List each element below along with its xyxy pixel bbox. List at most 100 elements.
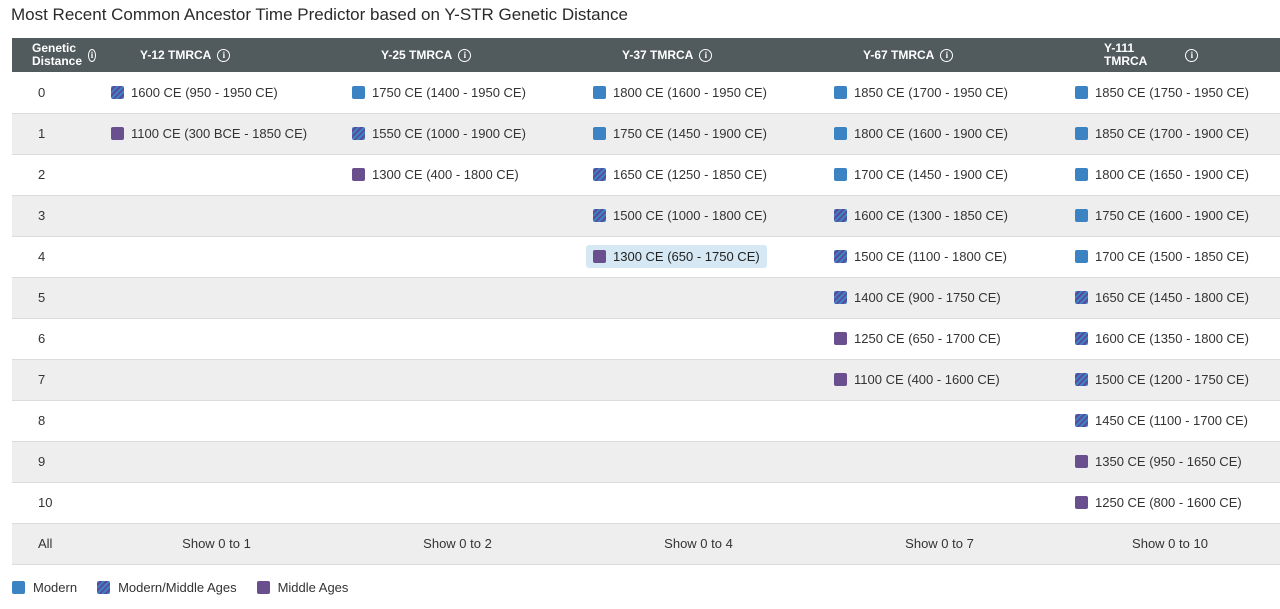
show-range-link-y67[interactable]: Show 0 to 7 — [819, 523, 1060, 564]
tmrca-value-text: 1600 CE (1350 - 1800 CE) — [1095, 331, 1249, 346]
tmrca-cell-y67: 1100 CE (400 - 1600 CE) — [819, 359, 1060, 400]
tmrca-value-text: 1850 CE (1700 - 1950 CE) — [854, 84, 1008, 100]
tmrca-value-text: 1450 CE (1100 - 1700 CE) — [1095, 413, 1248, 428]
genetic-distance-cell: 5 — [38, 290, 46, 305]
tmrca-value-text: 1250 CE (800 - 1600 CE) — [1095, 495, 1242, 510]
tmrca-value[interactable]: 1700 CE (1450 - 1900 CE) — [827, 163, 1015, 186]
tmrca-value-text: 1650 CE (1450 - 1800 CE) — [1095, 290, 1249, 305]
tmrca-cell-y111: 1500 CE (1200 - 1750 CE) — [1060, 359, 1280, 400]
tmrca-cell-y111: 1850 CE (1700 - 1900 CE) — [1060, 113, 1280, 154]
info-icon[interactable]: i — [699, 48, 713, 62]
era-swatch-icon — [834, 127, 847, 140]
info-icon[interactable]: i — [217, 48, 231, 62]
genetic-distance-cell: 8 — [38, 413, 46, 428]
tmrca-value[interactable]: 1700 CE (1500 - 1850 CE) — [1068, 245, 1256, 268]
info-icon[interactable]: i — [458, 48, 472, 62]
tmrca-value-text: 1700 CE (1450 - 1900 CE) — [854, 167, 1008, 182]
tmrca-value[interactable]: 1500 CE (1100 - 1800 CE) — [827, 245, 1014, 268]
tmrca-value[interactable]: 1350 CE (950 - 1650 CE) — [1068, 450, 1249, 473]
era-swatch-icon — [593, 127, 606, 140]
tmrca-cell-y12 — [96, 482, 337, 523]
tmrca-value[interactable]: 1750 CE (1600 - 1900 CE) — [1068, 204, 1256, 227]
tmrca-cell-y111: 1650 CE (1450 - 1800 CE) — [1060, 277, 1280, 318]
era-swatch-icon — [1075, 373, 1088, 386]
tmrca-value-text: 1850 CE (1750 - 1950 CE) — [1095, 84, 1249, 100]
tmrca-cell-y37 — [578, 400, 819, 441]
show-range-link-y111[interactable]: Show 0 to 10 — [1060, 523, 1280, 564]
tmrca-value[interactable]: 1250 CE (650 - 1700 CE) — [827, 327, 1008, 350]
middle-ages-swatch-icon — [256, 581, 270, 594]
tmrca-value[interactable]: 1500 CE (1200 - 1750 CE) — [1068, 368, 1256, 391]
genetic-distance-cell: 2 — [38, 167, 46, 182]
tmrca-value[interactable]: 1600 CE (950 - 1950 CE) — [104, 81, 285, 104]
table-row: 4 1300 CE (650 - 1750 CE) 1500 CE (1100 - … — [12, 236, 1280, 277]
tmrca-value[interactable]: 1550 CE (1000 - 1900 CE) — [345, 122, 533, 145]
tmrca-value[interactable]: 1650 CE (1450 - 1800 CE) — [1068, 286, 1256, 309]
table-row: 6 1250 CE (650 - 1700 CE) 1600 CE (1350 - … — [12, 318, 1280, 359]
tmrca-value-text: 1750 CE (1600 - 1900 CE) — [1095, 208, 1249, 223]
tmrca-value[interactable]: 1250 CE (800 - 1600 CE) — [1068, 491, 1249, 514]
era-swatch-icon — [1075, 168, 1088, 181]
show-range-link-y25[interactable]: Show 0 to 2 — [337, 523, 578, 564]
era-swatch-icon — [111, 85, 124, 99]
info-icon[interactable]: i — [1185, 48, 1199, 62]
tmrca-value[interactable]: 1400 CE (900 - 1750 CE) — [827, 286, 1008, 309]
tmrca-value-text: 1800 CE (1600 - 1950 CE) — [613, 84, 767, 100]
table-row: 2 1300 CE (400 - 1800 CE) 1650 CE (1250 - … — [12, 154, 1280, 195]
genetic-distance-cell: 4 — [38, 249, 46, 264]
tmrca-value[interactable]: 1100 CE (300 BCE - 1850 CE) — [104, 122, 314, 145]
tmrca-value[interactable]: 1300 CE (650 - 1750 CE) — [586, 245, 767, 268]
tmrca-cell-y67 — [819, 400, 1060, 441]
era-swatch-icon — [352, 168, 365, 181]
table-row: 7 1100 CE (400 - 1600 CE) 1500 CE (1200 - … — [12, 359, 1280, 400]
table-row: 5 1400 CE (900 - 1750 CE) 1650 CE (1450 - … — [12, 277, 1280, 318]
tmrca-value[interactable]: 1850 CE (1750 - 1950 CE) — [1068, 81, 1256, 104]
tmrca-cell-y67: 1600 CE (1300 - 1850 CE) — [819, 195, 1060, 236]
tmrca-value[interactable]: 1450 CE (1100 - 1700 CE) — [1068, 409, 1255, 432]
tmrca-value[interactable]: 1850 CE (1700 - 1950 CE) — [827, 81, 1015, 104]
col-header-y12[interactable]: Y-12 TMRCA i — [96, 38, 337, 72]
tmrca-value[interactable]: 1600 CE (1300 - 1850 CE) — [827, 204, 1015, 227]
tmrca-cell-y25 — [337, 400, 578, 441]
tmrca-cell-y111: 1600 CE (1350 - 1800 CE) — [1060, 318, 1280, 359]
tmrca-value-text: 1100 CE (400 - 1600 CE) — [854, 372, 1000, 387]
show-range-link-y12[interactable]: Show 0 to 1 — [96, 523, 337, 564]
tmrca-value[interactable]: 1600 CE (1350 - 1800 CE) — [1068, 327, 1256, 350]
col-header-y111[interactable]: Y-111 TMRCA i — [1060, 38, 1280, 72]
info-icon[interactable]: i — [940, 48, 954, 62]
tmrca-value[interactable]: 1800 CE (1600 - 1950 CE) — [586, 81, 774, 104]
era-swatch-icon — [593, 85, 606, 99]
tmrca-value[interactable]: 1100 CE (400 - 1600 CE) — [827, 368, 1007, 391]
table-row: 10 1250 CE (800 - 1600 CE) — [12, 482, 1280, 523]
tmrca-value[interactable]: 1750 CE (1400 - 1950 CE) — [345, 81, 533, 104]
col-header-y67[interactable]: Y-67 TMRCA i — [819, 38, 1060, 72]
tmrca-cell-y67: 1800 CE (1600 - 1900 CE) — [819, 113, 1060, 154]
tmrca-cell-y12 — [96, 441, 337, 482]
tmrca-value[interactable]: 1650 CE (1250 - 1850 CE) — [586, 163, 774, 186]
tmrca-cell-y111: 1250 CE (800 - 1600 CE) — [1060, 482, 1280, 523]
tmrca-value[interactable]: 1500 CE (1000 - 1800 CE) — [586, 204, 774, 227]
info-icon[interactable]: i — [88, 48, 96, 62]
tmrca-cell-y37: 1300 CE (650 - 1750 CE) — [578, 236, 819, 277]
col-header-y37[interactable]: Y-37 TMRCA i — [578, 38, 819, 72]
col-header-genetic-distance[interactable]: Genetic Distance i — [12, 38, 96, 72]
legend-item-modern-middle-ages: Modern/Middle Ages — [97, 580, 237, 595]
modern-middle-ages-swatch-icon — [97, 581, 111, 594]
tmrca-value-text: 1800 CE (1600 - 1900 CE) — [854, 126, 1008, 141]
show-range-link-y37[interactable]: Show 0 to 4 — [578, 523, 819, 564]
table-body: 0 1600 CE (950 - 1950 CE) 1750 CE (1400 - … — [12, 72, 1280, 564]
col-header-y25[interactable]: Y-25 TMRCA i — [337, 38, 578, 72]
tmrca-value[interactable]: 1750 CE (1450 - 1900 CE) — [586, 122, 774, 145]
tmrca-value-text: 1500 CE (1200 - 1750 CE) — [1095, 372, 1249, 387]
legend: Modern Modern/Middle Ages Middle Ages — [12, 580, 348, 595]
tmrca-value[interactable]: 1850 CE (1700 - 1900 CE) — [1068, 122, 1256, 145]
tmrca-value[interactable]: 1800 CE (1600 - 1900 CE) — [827, 122, 1015, 145]
tmrca-cell-y25: 1550 CE (1000 - 1900 CE) — [337, 113, 578, 154]
era-swatch-icon — [1075, 332, 1088, 345]
tmrca-value[interactable]: 1300 CE (400 - 1800 CE) — [345, 163, 526, 186]
tmrca-cell-y111: 1450 CE (1100 - 1700 CE) — [1060, 400, 1280, 441]
tmrca-value[interactable]: 1800 CE (1650 - 1900 CE) — [1068, 163, 1256, 186]
tmrca-cell-y111: 1800 CE (1650 - 1900 CE) — [1060, 154, 1280, 195]
era-swatch-icon — [593, 209, 606, 222]
tmrca-value-text: 1300 CE (400 - 1800 CE) — [372, 167, 519, 182]
